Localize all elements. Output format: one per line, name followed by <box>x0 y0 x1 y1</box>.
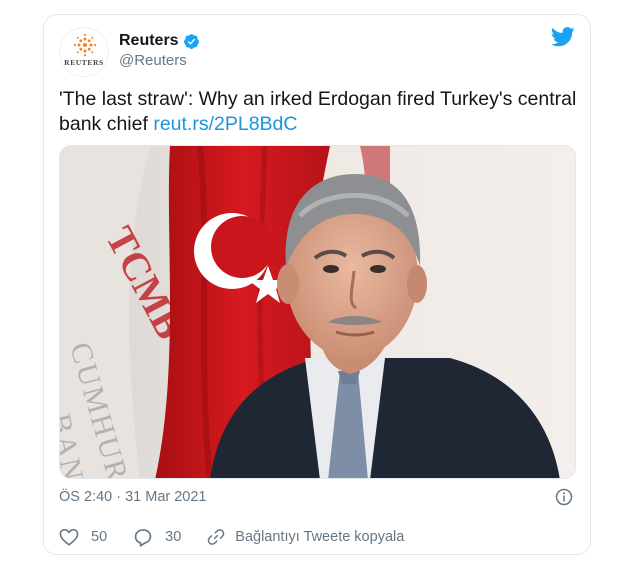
tweet-actions: 50 30 Bağlantıyı Tweete kopyala <box>59 527 575 547</box>
avatar-wordmark: REUTERS <box>64 58 104 67</box>
info-icon[interactable] <box>555 488 573 506</box>
tweet-media-photo[interactable]: TCMB CUMHURİYET BANKASI <box>59 145 576 479</box>
copy-link-button[interactable]: Bağlantıyı Tweete kopyala <box>207 528 404 546</box>
like-count: 50 <box>91 529 108 545</box>
reply-button[interactable]: 30 <box>133 528 181 547</box>
tweet-text: 'The last straw': Why an irked Erdogan f… <box>59 87 579 137</box>
tweet-header: REUTERS Reuters @Reuters <box>59 27 575 77</box>
avatar[interactable]: REUTERS <box>59 27 109 77</box>
verified-badge-icon <box>183 33 199 49</box>
like-button[interactable]: 50 <box>59 528 107 546</box>
twitter-bird-icon[interactable] <box>551 27 575 47</box>
heart-icon <box>59 528 79 546</box>
display-name-row[interactable]: Reuters <box>119 31 200 51</box>
handle[interactable]: @Reuters <box>119 51 200 71</box>
display-name[interactable]: Reuters <box>119 31 179 51</box>
tweet-body: 'The last straw': Why an irked Erdogan f… <box>59 88 577 135</box>
copy-link-label: Bağlantıyı Tweete kopyala <box>235 529 405 545</box>
timestamp-row: ÖS 2:40 · 31 Mar 2021 <box>59 487 575 507</box>
tweet-link[interactable]: reut.rs/2PL8BdC <box>153 113 297 135</box>
timestamp[interactable]: ÖS 2:40 · 31 Mar 2021 <box>59 489 207 505</box>
reply-count: 30 <box>165 529 182 545</box>
link-icon <box>207 529 225 545</box>
author-names: Reuters @Reuters <box>119 31 200 71</box>
reply-bubble-icon <box>134 528 152 547</box>
reuters-logo-icon <box>73 33 97 57</box>
central-bank-photo: TCMB CUMHURİYET BANKASI <box>60 146 575 478</box>
tweet-card[interactable]: REUTERS Reuters @Reuters 'The last straw… <box>43 14 591 555</box>
